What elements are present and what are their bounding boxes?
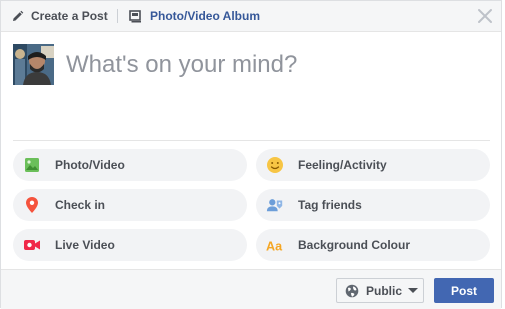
tab-create-post-label: Create a Post [31, 9, 108, 23]
post-button[interactable]: Post [434, 278, 494, 303]
pencil-icon [13, 10, 24, 21]
create-post-composer: Create a Post Photo/Video Album What's o… [0, 0, 502, 309]
tab-create-post[interactable]: Create a Post [11, 1, 108, 31]
avatar[interactable] [13, 44, 54, 85]
smiley-icon [266, 156, 284, 174]
chevron-down-icon [408, 288, 419, 293]
composer-header: Create a Post Photo/Video Album [1, 1, 501, 32]
photo-video-icon [23, 156, 41, 174]
check-in-label: Check in [55, 198, 106, 212]
photo-video-label: Photo/Video [55, 158, 125, 172]
feeling-activity-button[interactable]: Feeling/Activity [256, 149, 490, 181]
live-video-label: Live Video [55, 238, 115, 252]
profile-photo [13, 44, 54, 85]
tab-photo-video-album[interactable]: Photo/Video Album [129, 1, 260, 31]
tag-friends-icon [266, 196, 284, 214]
background-colour-button[interactable]: Aa Background Colour [256, 229, 490, 261]
privacy-label: Public [366, 283, 403, 298]
privacy-selector[interactable]: Public [336, 278, 424, 303]
location-pin-icon [23, 196, 41, 214]
live-video-button[interactable]: Live Video [13, 229, 247, 261]
tag-friends-label: Tag friends [298, 198, 362, 212]
photo-album-icon [129, 9, 141, 22]
tag-friends-button[interactable]: Tag friends [256, 189, 490, 221]
globe-icon [345, 284, 359, 297]
tab-photo-video-album-label: Photo/Video Album [150, 9, 260, 23]
feeling-activity-label: Feeling/Activity [298, 158, 387, 172]
live-video-icon [23, 236, 41, 254]
composer-divider [13, 140, 490, 141]
status-input[interactable]: What's on your mind? [66, 51, 297, 79]
check-in-button[interactable]: Check in [13, 189, 247, 221]
photo-video-button[interactable]: Photo/Video [13, 149, 247, 181]
tab-separator [117, 9, 118, 23]
background-colour-icon: Aa [266, 236, 284, 254]
background-colour-label: Background Colour [298, 238, 411, 252]
close-icon[interactable] [476, 7, 494, 25]
composer-footer: Public Post [1, 269, 501, 309]
svg-text:Aa: Aa [266, 239, 283, 253]
